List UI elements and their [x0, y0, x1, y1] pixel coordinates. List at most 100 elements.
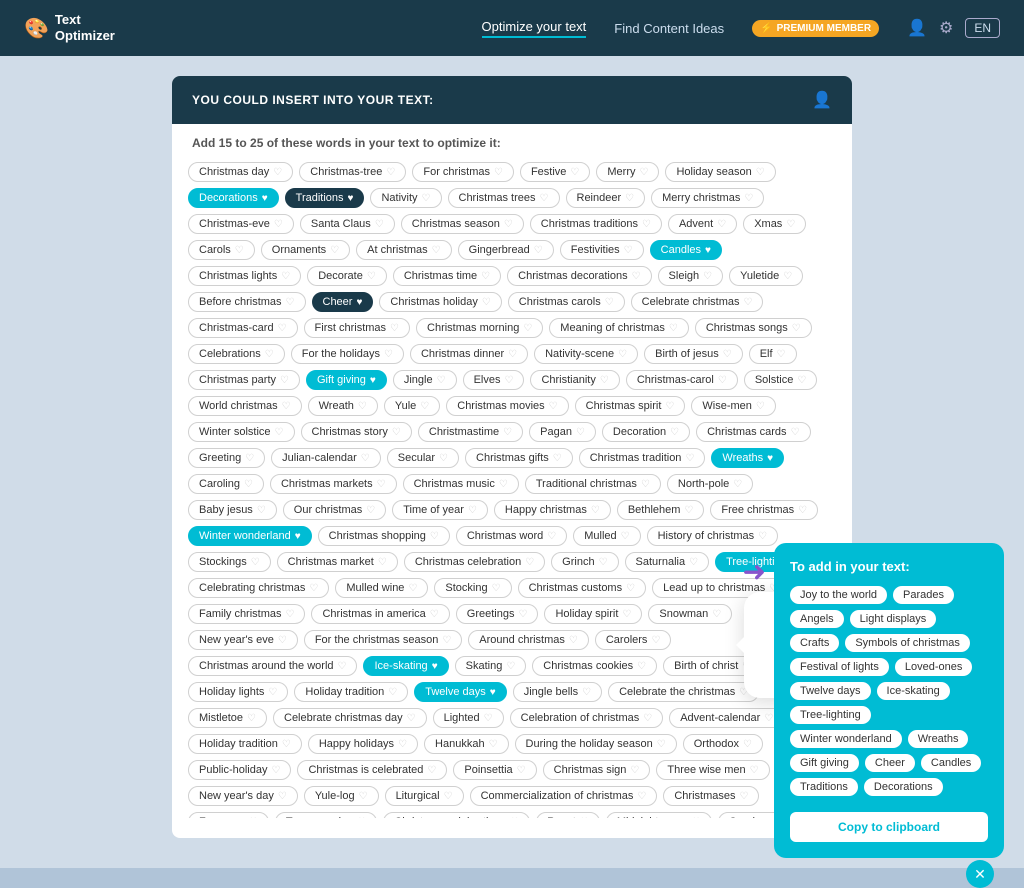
tag-item[interactable]: Julian-calendar♡	[271, 448, 381, 468]
tag-item[interactable]: Yule-log♡	[304, 786, 379, 806]
tag-item[interactable]: Christmas is celebrated♡	[297, 760, 447, 780]
tag-item[interactable]: Happy christmas♡	[494, 500, 611, 520]
tag-item[interactable]: For the holidays♡	[291, 344, 404, 364]
tag-item[interactable]: Christmas celebrations♡	[383, 812, 530, 818]
tag-item[interactable]: Christmas-carol♡	[626, 370, 738, 390]
tag-item[interactable]: Celebrations♡	[188, 344, 285, 364]
tag-item[interactable]: Christmas around the world♡	[188, 656, 357, 676]
tag-item[interactable]: Traditions♥	[285, 188, 365, 208]
tag-item[interactable]: Christmas time♡	[393, 266, 501, 286]
tag-item[interactable]: Holiday tradition♡	[294, 682, 408, 702]
tag-item[interactable]: True meaning♡	[275, 812, 377, 818]
tag-item[interactable]: Nativity♡	[370, 188, 441, 208]
help-icon[interactable]: ⚙	[939, 18, 953, 38]
tag-item[interactable]: Merry♡	[596, 162, 659, 182]
tag-item[interactable]: Commercialization of christmas♡	[470, 786, 658, 806]
tag-item[interactable]: Holiday season♡	[665, 162, 775, 182]
tag-item[interactable]: Roast♡	[536, 812, 600, 818]
tag-item[interactable]: Christmas traditions♡	[530, 214, 662, 234]
tag-item[interactable]: Time of year♡	[392, 500, 488, 520]
tag-item[interactable]: Midnight mass♡	[606, 812, 712, 818]
tag-item[interactable]: Christmas-card♡	[188, 318, 298, 338]
premium-badge[interactable]: ⚡ PREMIUM MEMBER	[752, 20, 879, 37]
tag-item[interactable]: Around christmas♡	[468, 630, 589, 650]
tag-item[interactable]: Candles♥	[650, 240, 722, 260]
tag-item[interactable]: Carolers♡	[595, 630, 672, 650]
side-panel-tag[interactable]: Symbols of christmas	[845, 634, 970, 652]
tag-item[interactable]: Bethlehem♡	[617, 500, 705, 520]
tag-item[interactable]: Celebration of christmas♡	[510, 708, 664, 728]
tag-item[interactable]: Jingle bells♡	[513, 682, 602, 702]
tag-item[interactable]: North-pole♡	[667, 474, 753, 494]
tag-item[interactable]: Secular♡	[387, 448, 459, 468]
tag-item[interactable]: Christmas dinner♡	[410, 344, 528, 364]
tag-item[interactable]: Our christmas♡	[283, 500, 386, 520]
tag-item[interactable]: Stocking♡	[434, 578, 511, 598]
tag-item[interactable]: Mulled♡	[573, 526, 640, 546]
tag-item[interactable]: Grinch♡	[551, 552, 618, 572]
tag-item[interactable]: New year's eve♡	[188, 630, 298, 650]
tag-item[interactable]: Public-holiday♡	[188, 760, 291, 780]
tag-item[interactable]: Elf♡	[749, 344, 797, 364]
tag-item[interactable]: Advent♡	[668, 214, 737, 234]
tag-item[interactable]: Christmas word♡	[456, 526, 567, 546]
tag-item[interactable]: Gift giving♥	[306, 370, 387, 390]
tag-item[interactable]: History of christmas♡	[647, 526, 779, 546]
tag-item[interactable]: Three wise men♡	[656, 760, 769, 780]
side-panel-tag[interactable]: Twelve days	[790, 682, 871, 700]
tag-item[interactable]: Meaning of christmas♡	[549, 318, 689, 338]
tag-item[interactable]: Celebrate christmas day♡	[273, 708, 427, 728]
tag-item[interactable]: Baby jesus♡	[188, 500, 277, 520]
tag-item[interactable]: Decoration♡	[602, 422, 690, 442]
side-panel-tag[interactable]: Cheer	[865, 754, 915, 772]
tag-item[interactable]: Christmas tradition♡	[579, 448, 706, 468]
tag-item[interactable]: Christmas-eve♡	[188, 214, 294, 234]
tag-item[interactable]: At christmas♡	[356, 240, 451, 260]
side-panel-tag[interactable]: Joy to the world	[790, 586, 887, 604]
tag-item[interactable]: Jingle♡	[393, 370, 457, 390]
tag-item[interactable]: Saturnalia♡	[625, 552, 710, 572]
side-panel-tag[interactable]: Crafts	[790, 634, 839, 652]
tag-item[interactable]: During the holiday season♡	[515, 734, 677, 754]
tag-item[interactable]: Celebrating christmas♡	[188, 578, 329, 598]
side-panel-tag[interactable]: Loved-ones	[895, 658, 973, 676]
tag-item[interactable]: Wise-men♡	[691, 396, 775, 416]
side-panel-tag[interactable]: Tree-lighting	[790, 706, 871, 724]
tag-item[interactable]: Christmas cards♡	[696, 422, 810, 442]
side-panel-tag[interactable]: Angels	[790, 610, 844, 628]
side-panel-tag[interactable]: Winter wonderland	[790, 730, 902, 748]
tag-item[interactable]: Christmases♡	[663, 786, 759, 806]
tag-item[interactable]: Elves♡	[463, 370, 525, 390]
tag-item[interactable]: Decorate♡	[307, 266, 387, 286]
tag-item[interactable]: Poinsettia♡	[453, 760, 536, 780]
side-panel-tag[interactable]: Traditions	[790, 778, 858, 796]
tag-item[interactable]: Christmas carols♡	[508, 292, 625, 312]
tag-item[interactable]: Christmas gifts♡	[465, 448, 573, 468]
tag-item[interactable]: Christmas holiday♡	[379, 292, 501, 312]
tag-item[interactable]: Christmas party♡	[188, 370, 300, 390]
side-panel-tag[interactable]: Candles	[921, 754, 981, 772]
tag-item[interactable]: Wreath♡	[308, 396, 378, 416]
tag-item[interactable]: Yuletide♡	[729, 266, 803, 286]
tag-item[interactable]: Celebrate the christmas♡	[608, 682, 759, 702]
tag-item[interactable]: Christmas-tree♡	[299, 162, 406, 182]
tag-item[interactable]: Christmas season♡	[401, 214, 524, 234]
tag-item[interactable]: Lighted♡	[433, 708, 504, 728]
copy-to-clipboard-button[interactable]: Copy to clipboard	[790, 812, 988, 842]
tag-item[interactable]: Pagan♡	[529, 422, 596, 442]
tag-item[interactable]: Celebrate christmas♡	[631, 292, 764, 312]
tag-item[interactable]: Christmas market♡	[277, 552, 398, 572]
tag-item[interactable]: Christmas markets♡	[270, 474, 397, 494]
tag-item[interactable]: Winter solstice♡	[188, 422, 295, 442]
tag-item[interactable]: Christmas day♡	[188, 162, 293, 182]
tag-item[interactable]: Greetings♡	[456, 604, 539, 624]
tag-item[interactable]: Carols♡	[188, 240, 255, 260]
tag-item[interactable]: Festivities♡	[560, 240, 644, 260]
tag-item[interactable]: Ice-skating♥	[363, 656, 448, 676]
tag-item[interactable]: World christmas♡	[188, 396, 302, 416]
tag-item[interactable]: Traditional christmas♡	[525, 474, 661, 494]
tag-item[interactable]: Liturgical♡	[385, 786, 464, 806]
tag-item[interactable]: Twelve days♥	[414, 682, 506, 702]
tag-item[interactable]: Hanukkah♡	[424, 734, 509, 754]
tag-item[interactable]: Christmas trees♡	[448, 188, 560, 208]
